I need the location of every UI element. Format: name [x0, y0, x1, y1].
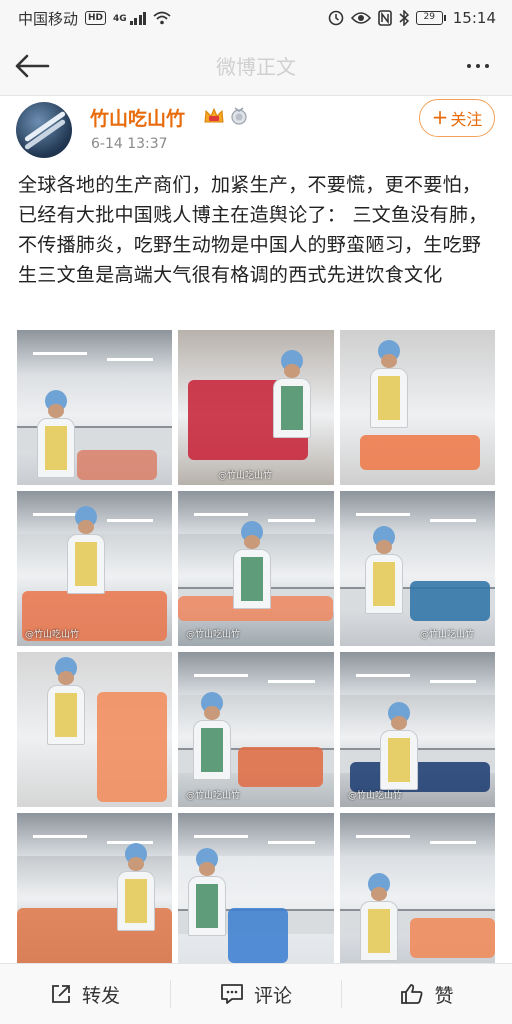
follow-label: 关注: [450, 110, 483, 129]
status-bar: 中国移动 HD 4G 29 15:14: [0, 0, 512, 36]
more-button[interactable]: [458, 48, 498, 84]
like-button[interactable]: 赞: [342, 964, 512, 1024]
signal-icon: [129, 11, 147, 25]
like-label: 赞: [434, 984, 454, 1007]
author-name[interactable]: 竹山吃山竹: [90, 104, 185, 131]
battery-icon: 29: [415, 11, 446, 25]
photo-thumbnail[interactable]: [17, 813, 172, 968]
photo-grid: @竹山吃山竹 @竹山吃山竹 @竹山吃山竹 @竹山吃山竹 @竹山吃山竹 @竹山吃山竹: [17, 330, 495, 968]
comment-icon: [221, 984, 243, 1004]
photo-thumbnail[interactable]: [178, 813, 334, 968]
photo-thumbnail[interactable]: @竹山吃山竹: [178, 330, 334, 485]
thumbs-up-icon: [401, 984, 423, 1004]
battery-level: 29: [415, 11, 443, 25]
medal-icon: [231, 107, 247, 125]
eye-icon: [350, 12, 371, 24]
clock: 15:14: [452, 9, 496, 27]
photo-thumbnail[interactable]: @竹山吃山竹: [178, 652, 334, 807]
nfc-icon: [377, 10, 392, 26]
wifi-icon: [153, 11, 171, 25]
action-bar: 转发 评论 赞: [0, 963, 512, 1024]
post-text: 全球各地的生产商们，加紧生产，不要慌，更不要怕，已经有大批中国贱人博主在造舆论了…: [18, 174, 488, 286]
photo-thumbnail[interactable]: @竹山吃山竹: [340, 652, 495, 807]
more-dot-icon: [467, 64, 471, 68]
page-title: 微博正文: [216, 55, 296, 79]
photo-thumbnail[interactable]: [17, 652, 172, 807]
more-dot-icon: [485, 64, 489, 68]
photo-thumbnail[interactable]: @竹山吃山竹: [17, 491, 172, 646]
comment-button[interactable]: 评论: [171, 964, 341, 1024]
network-type: 4G: [113, 13, 127, 24]
comment-label: 评论: [253, 984, 292, 1007]
repost-icon: [52, 985, 70, 1003]
plus-icon: +: [431, 105, 449, 129]
nav-bar: 微博正文: [0, 36, 512, 96]
photo-thumbnail[interactable]: [340, 813, 495, 968]
photo-thumbnail[interactable]: [17, 330, 172, 485]
carrier-label: 中国移动: [18, 9, 79, 28]
hd-badge: HD: [85, 11, 107, 25]
photo-thumbnail[interactable]: [340, 330, 495, 485]
status-right: 29 15:14: [328, 9, 496, 27]
vip-crown-icon: [204, 107, 224, 123]
more-dot-icon: [476, 64, 480, 68]
follow-button[interactable]: + 关注: [419, 99, 495, 137]
avatar[interactable]: [16, 102, 72, 158]
status-left: 中国移动 HD 4G: [18, 8, 171, 29]
post-time: 6-14 13:37: [91, 136, 168, 152]
repost-button[interactable]: 转发: [0, 964, 170, 1024]
arrow-left-icon: [15, 54, 50, 78]
alarm-icon: [328, 10, 344, 26]
photo-thumbnail[interactable]: @竹山吃山竹: [340, 491, 495, 646]
repost-label: 转发: [81, 984, 120, 1007]
back-button[interactable]: [12, 48, 52, 84]
bluetooth-icon: [399, 10, 409, 26]
photo-thumbnail[interactable]: @竹山吃山竹: [178, 491, 334, 646]
